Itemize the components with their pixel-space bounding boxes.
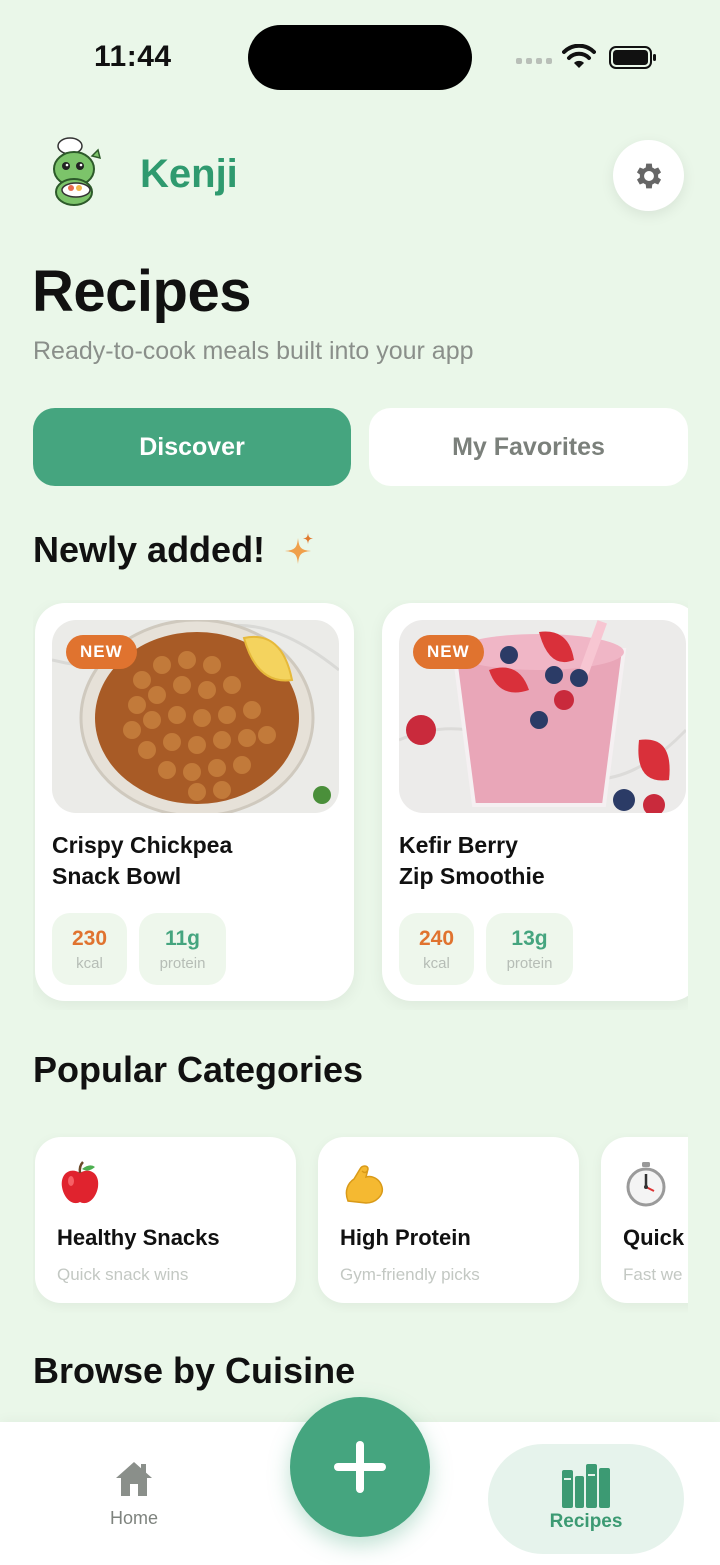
newly-added-title: Newly added! bbox=[33, 529, 266, 570]
calories-chip: 240 kcal bbox=[399, 913, 474, 985]
recipe-image-chickpeas: NEW bbox=[52, 620, 339, 813]
nav-home[interactable]: Home bbox=[94, 1460, 174, 1532]
protein-chip: 13g protein bbox=[486, 913, 573, 985]
recipe-name-line1: Kefir Berry bbox=[399, 832, 518, 858]
gear-icon bbox=[636, 163, 661, 188]
recipe-name: Crispy Chickpea Snack Bowl bbox=[52, 830, 332, 892]
plus-icon bbox=[334, 1441, 386, 1493]
category-name: Healthy Snacks bbox=[57, 1225, 220, 1250]
settings-button[interactable] bbox=[613, 140, 684, 211]
apple-icon bbox=[61, 1161, 99, 1204]
recipe-image-smoothie: NEW bbox=[399, 620, 686, 813]
category-card-quick[interactable]: Quick Fast we bbox=[601, 1137, 688, 1303]
new-badge: NEW bbox=[413, 635, 484, 669]
recipe-name-line2: Snack Bowl bbox=[52, 863, 182, 889]
protein-value: 13g bbox=[511, 926, 548, 950]
app-name: Kenji bbox=[140, 152, 238, 196]
tab-discover[interactable]: Discover bbox=[33, 408, 351, 486]
newly-added-heading: Newly added! bbox=[33, 529, 315, 571]
calories-unit: kcal bbox=[423, 954, 450, 972]
battery-icon bbox=[609, 46, 656, 69]
nav-recipes[interactable]: Recipes bbox=[488, 1444, 684, 1554]
calories-unit: kcal bbox=[76, 954, 103, 972]
calories-chip: 230 kcal bbox=[52, 913, 127, 985]
stopwatch-icon bbox=[626, 1162, 666, 1207]
home-icon bbox=[116, 1462, 152, 1496]
protein-chip: 11g protein bbox=[139, 913, 226, 985]
calories-value: 230 bbox=[71, 926, 108, 950]
browse-by-cuisine-title: Browse by Cuisine bbox=[33, 1350, 356, 1391]
page-subtitle: Ready-to-cook meals built into your app bbox=[33, 337, 474, 365]
category-name: Quick bbox=[623, 1225, 685, 1250]
calories-value: 240 bbox=[418, 926, 455, 950]
tab-my-favorites[interactable]: My Favorites bbox=[369, 408, 688, 486]
categories-carousel[interactable]: Healthy Snacks Quick snack wins High Pro… bbox=[33, 1133, 688, 1313]
popular-categories-title: Popular Categories bbox=[33, 1049, 364, 1090]
category-description: Gym-friendly picks bbox=[340, 1265, 480, 1284]
sparkle-icon bbox=[285, 533, 314, 564]
category-card-healthy-snacks[interactable]: Healthy Snacks Quick snack wins bbox=[35, 1137, 296, 1303]
flexed-biceps-icon bbox=[345, 1165, 384, 1204]
add-button[interactable] bbox=[290, 1397, 430, 1537]
recipe-card[interactable]: NEW Kefir Berry Zip Smoothie 240 kcal 13… bbox=[382, 603, 688, 1001]
recipe-name-line2: Zip Smoothie bbox=[399, 863, 545, 889]
nav-recipes-label: Recipes bbox=[549, 1511, 623, 1532]
newly-added-carousel[interactable]: NEW Crispy Chickpea Snack Bowl 230 kcal … bbox=[33, 600, 688, 1010]
nav-home-label: Home bbox=[109, 1508, 158, 1528]
category-card-high-protein[interactable]: High Protein Gym-friendly picks bbox=[318, 1137, 579, 1303]
status-time: 11:44 bbox=[94, 40, 172, 73]
category-description: Quick snack wins bbox=[57, 1265, 189, 1284]
recipe-card[interactable]: NEW Crispy Chickpea Snack Bowl 230 kcal … bbox=[35, 603, 354, 1001]
recipe-name: Kefir Berry Zip Smoothie bbox=[399, 830, 679, 892]
page-title: Recipes bbox=[32, 259, 251, 324]
cellular-signal-icon bbox=[516, 58, 552, 64]
protein-value: 11g bbox=[164, 926, 201, 950]
category-description: Fast we bbox=[623, 1265, 683, 1284]
wifi-icon bbox=[562, 44, 596, 68]
books-icon bbox=[562, 1464, 610, 1508]
protein-unit: protein bbox=[506, 954, 553, 972]
chef-dinosaur-mascot-icon bbox=[53, 137, 102, 206]
recipe-name-line1: Crispy Chickpea bbox=[52, 832, 233, 858]
dynamic-island bbox=[248, 25, 472, 90]
category-name: High Protein bbox=[340, 1225, 471, 1250]
new-badge: NEW bbox=[66, 635, 137, 669]
protein-unit: protein bbox=[159, 954, 206, 972]
